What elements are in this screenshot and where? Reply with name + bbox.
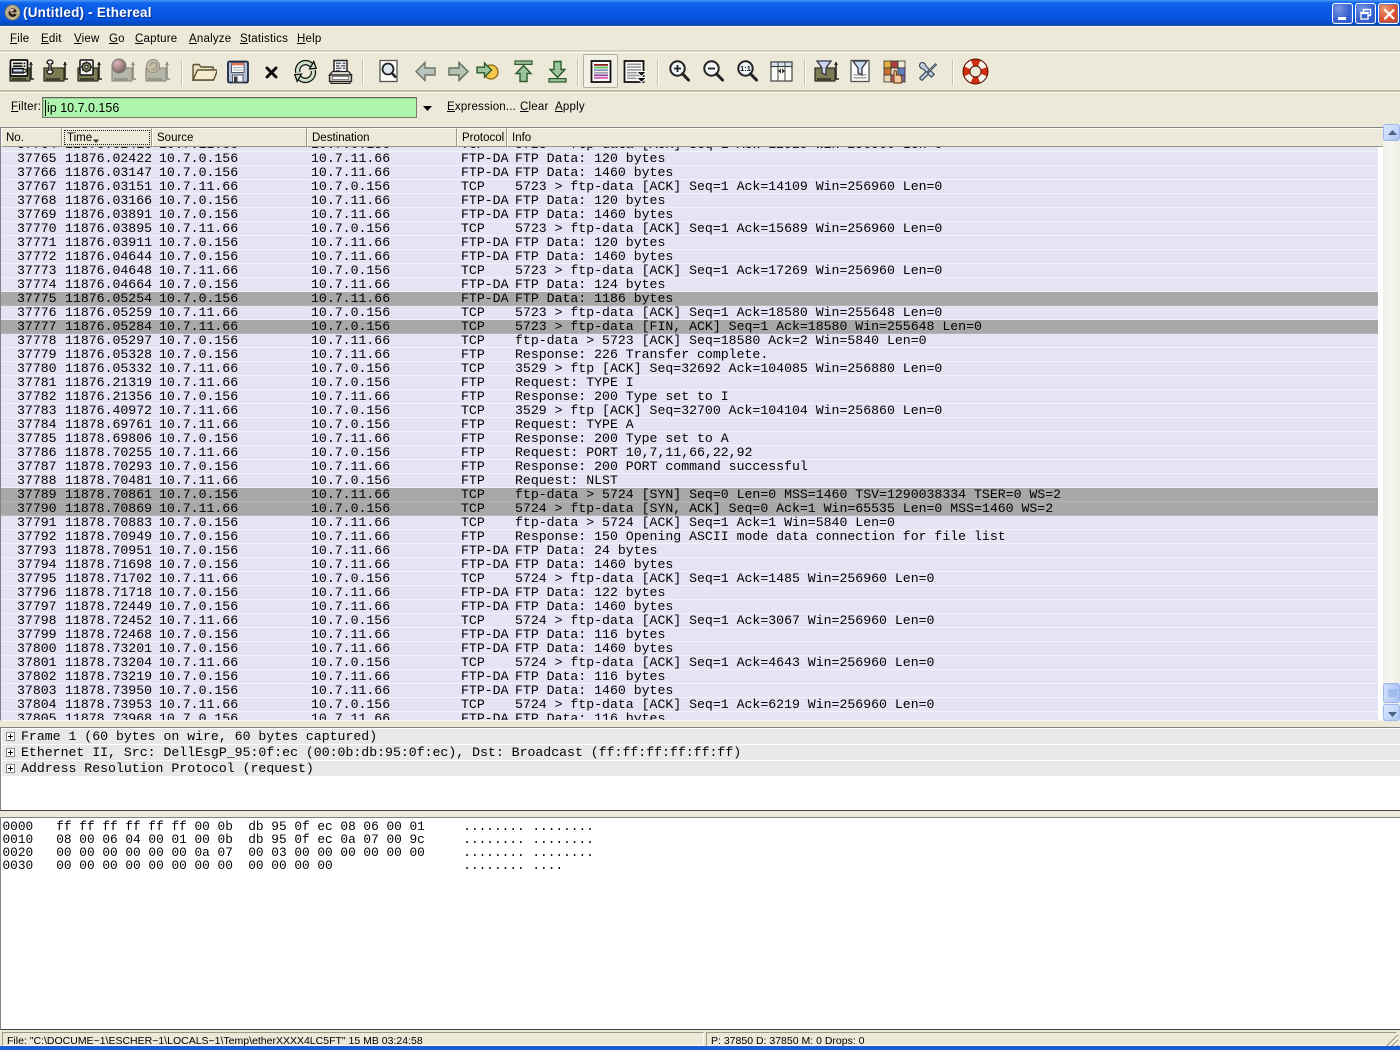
svg-text:1:1: 1:1 [740, 64, 751, 73]
